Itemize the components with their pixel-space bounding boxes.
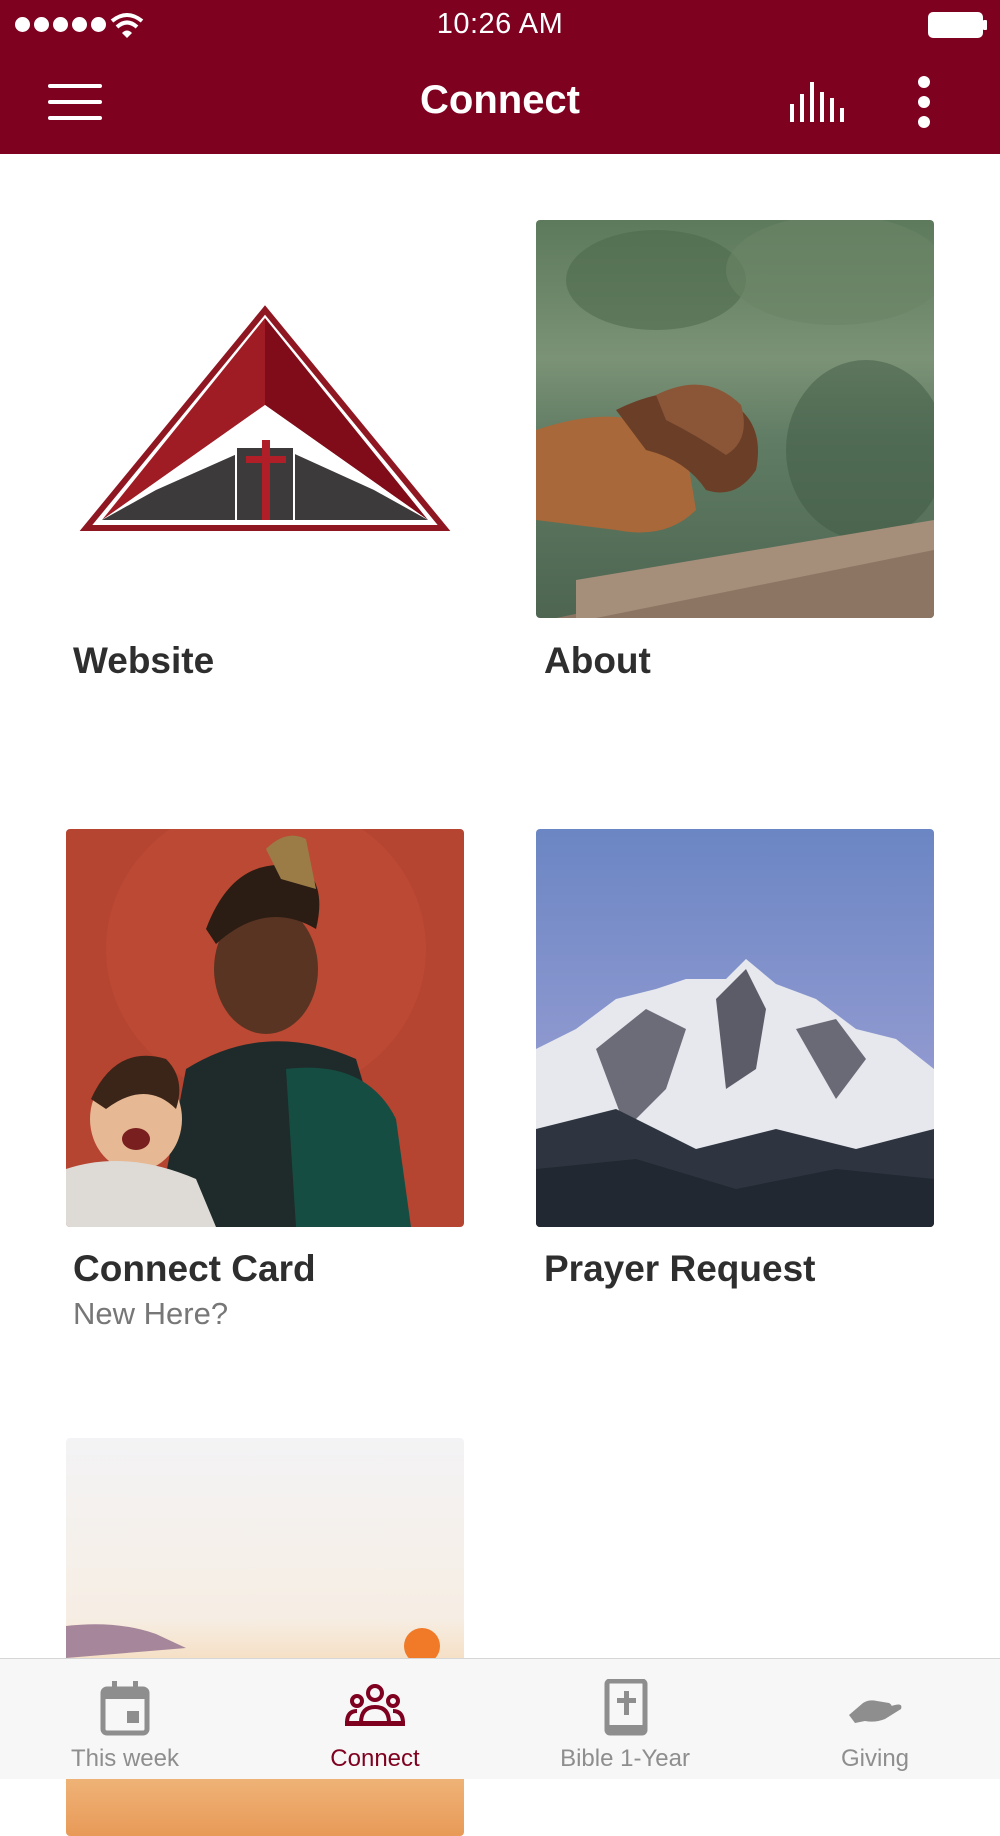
tab-bar: This week Connect Bible 1-Year Giving <box>0 1658 1000 1779</box>
church-logo-image <box>66 220 464 618</box>
battery-icon <box>928 12 987 38</box>
tab-this-week[interactable]: This week <box>0 1659 250 1779</box>
snowy-mountain-image <box>536 829 934 1227</box>
tile-subtitle-connect-card: New Here? <box>73 1296 229 1331</box>
status-time: 10:26 AM <box>436 8 564 40</box>
tile-label-prayer-request: Prayer Request <box>544 1248 816 1289</box>
prayer-request-tile[interactable] <box>536 829 934 1227</box>
tab-label-giving: Giving <box>840 1745 910 1772</box>
tile-label-about: About <box>544 640 651 681</box>
tab-label-this-week: This week <box>70 1745 180 1772</box>
website-tile[interactable] <box>66 220 464 618</box>
calendar-icon <box>100 1681 150 1736</box>
tab-label-bible-1-year: Bible 1-Year <box>560 1745 690 1772</box>
status-bar: 10:26 AM <box>0 0 1000 50</box>
tab-connect[interactable]: Connect <box>250 1659 500 1779</box>
page-title: Connect <box>420 78 580 122</box>
app-header: Connect <box>0 50 1000 154</box>
about-tile[interactable] <box>536 220 934 618</box>
father-and-baby-image <box>66 829 464 1227</box>
bible-icon <box>604 1679 648 1736</box>
tab-label-connect: Connect <box>330 1745 420 1772</box>
tile-label-connect-card: Connect Card <box>73 1248 316 1289</box>
hands-folded-over-lake-image <box>536 220 934 618</box>
more-vertical-icon[interactable] <box>918 76 930 128</box>
audio-icon[interactable] <box>790 82 846 122</box>
tile-label-website: Website <box>73 640 215 681</box>
connect-card-tile[interactable] <box>66 829 464 1227</box>
giving-hand-icon <box>849 1700 902 1723</box>
people-group-icon <box>345 1684 405 1726</box>
tab-giving[interactable]: Giving <box>750 1659 1000 1779</box>
tab-bible-1-year[interactable]: Bible 1-Year <box>500 1659 750 1779</box>
